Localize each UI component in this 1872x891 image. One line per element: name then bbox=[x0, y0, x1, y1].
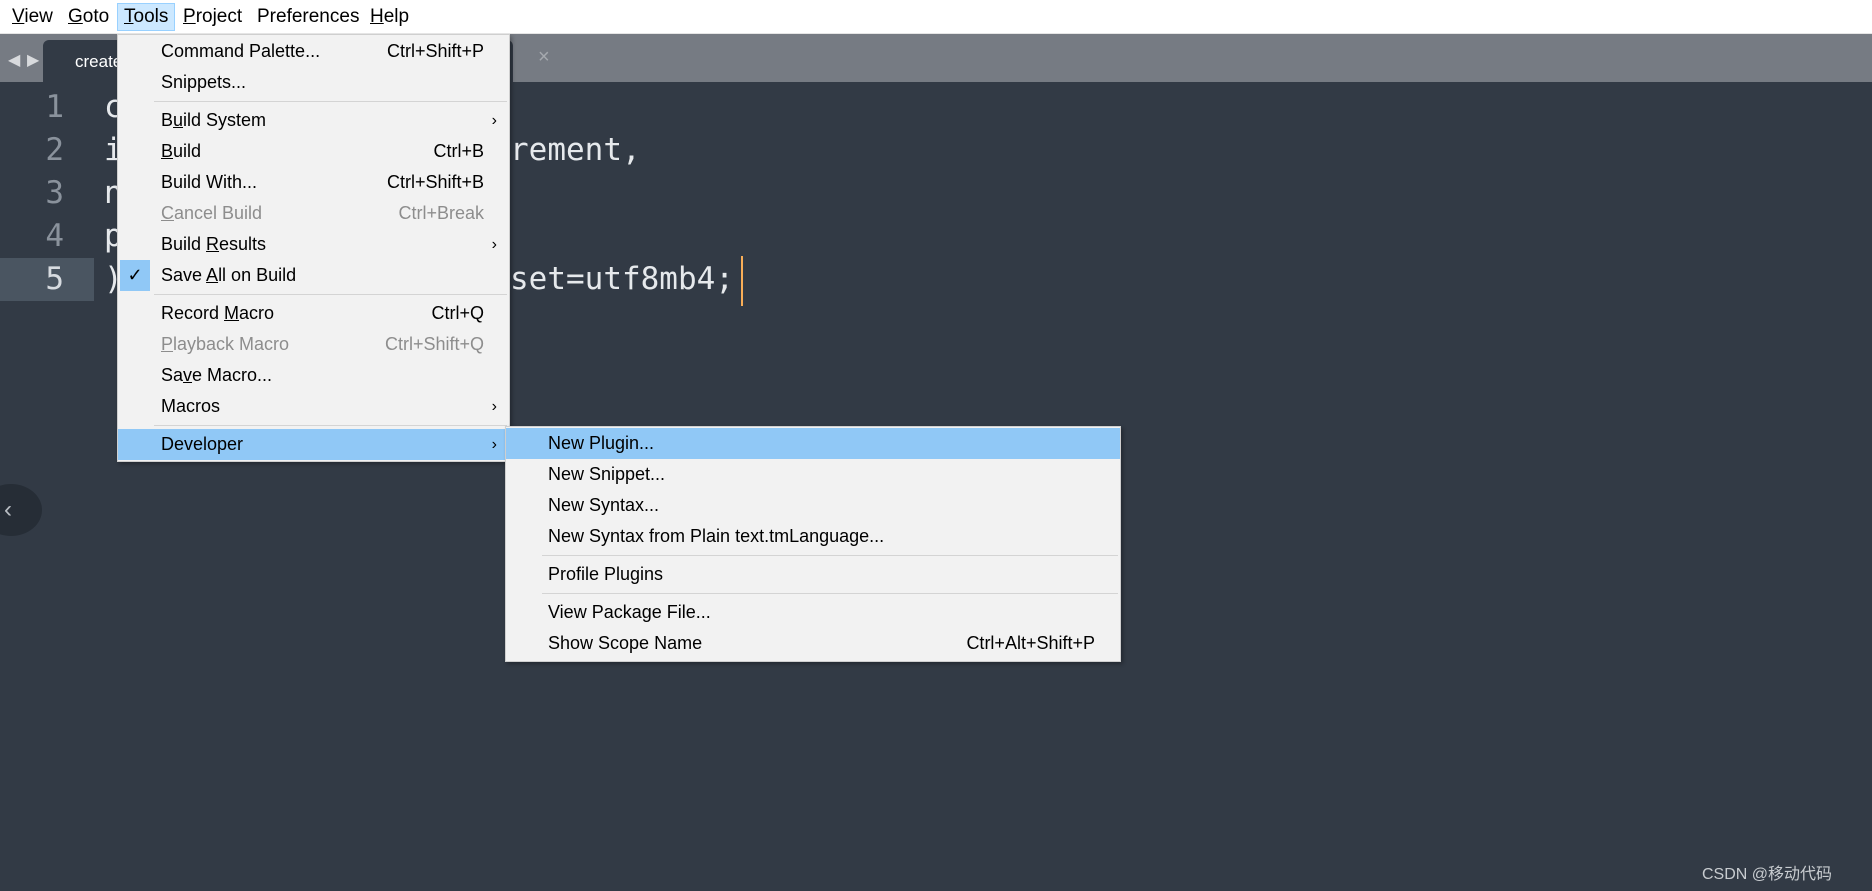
menu-item-label: Profile Plugins bbox=[548, 564, 664, 584]
menu-bar: View Goto Tools Project Preferences Help bbox=[0, 0, 1872, 34]
menu-item-label: Developer bbox=[161, 434, 244, 454]
chevron-right-icon: › bbox=[491, 112, 497, 129]
menu-item-new-snippet[interactable]: New Snippet... bbox=[506, 459, 1120, 490]
code-line-tail: rement, bbox=[510, 132, 641, 168]
menu-item-cancel-build[interactable]: Cancel Build Ctrl+Break bbox=[118, 198, 509, 229]
menu-item-label: New Syntax from Plain text.tmLanguage... bbox=[548, 526, 885, 546]
menu-item-command-palette[interactable]: Command Palette... Ctrl+Shift+P bbox=[118, 36, 509, 67]
menu-item-label: Save All on Build bbox=[161, 265, 297, 285]
menu-item-shortcut: Ctrl+Break bbox=[398, 203, 484, 223]
menu-item-label: Build Results bbox=[161, 234, 267, 254]
tools-menu: Command Palette... Ctrl+Shift+P Snippets..… bbox=[117, 34, 510, 462]
checkmark-icon: ✓ bbox=[120, 260, 150, 291]
menu-item-save-macro[interactable]: Save Macro... bbox=[118, 360, 509, 391]
code-line-tail: set=utf8mb4; bbox=[510, 261, 734, 297]
menu-item-playback-macro[interactable]: Playback Macro Ctrl+Shift+Q bbox=[118, 329, 509, 360]
menu-separator bbox=[506, 552, 1120, 559]
menu-preferences[interactable]: Preferences bbox=[251, 3, 365, 31]
tab-forward-icon[interactable]: ▶ bbox=[27, 50, 39, 70]
menu-item-shortcut: Ctrl+Alt+Shift+P bbox=[966, 633, 1095, 653]
menu-item-view-package-file[interactable]: View Package File... bbox=[506, 597, 1120, 628]
chevron-left-icon[interactable]: ‹ bbox=[0, 484, 42, 536]
watermark: CSDN @移动代码 bbox=[1702, 866, 1833, 883]
menu-item-label: Save Macro... bbox=[161, 365, 273, 385]
line-number: 4 bbox=[45, 218, 64, 254]
menu-item-label: View Package File... bbox=[548, 602, 711, 622]
menu-project[interactable]: Project bbox=[177, 3, 248, 31]
menu-item-label: Command Palette... bbox=[161, 41, 321, 61]
menu-item-build-results[interactable]: Build Results › bbox=[118, 229, 509, 260]
menu-item-label: New Plugin... bbox=[548, 433, 655, 453]
menu-item-save-all-on-build[interactable]: ✓ Save All on Build bbox=[118, 260, 509, 291]
tab-back-icon[interactable]: ◀ bbox=[8, 50, 20, 70]
menu-item-new-syntax-from-plain-text-tmlanguage[interactable]: New Syntax from Plain text.tmLanguage... bbox=[506, 521, 1120, 552]
menu-help[interactable]: Help bbox=[364, 3, 415, 31]
chevron-right-icon: › bbox=[491, 436, 497, 453]
menu-separator bbox=[118, 291, 509, 298]
menu-item-shortcut: Ctrl+Shift+B bbox=[386, 172, 484, 192]
menu-item-label: Build With... bbox=[161, 172, 258, 192]
menu-item-build-with[interactable]: Build With... Ctrl+Shift+B bbox=[118, 167, 509, 198]
menu-item-label: New Snippet... bbox=[548, 464, 666, 484]
menu-goto[interactable]: Goto bbox=[62, 3, 115, 31]
menu-item-label: Snippets... bbox=[161, 72, 247, 92]
menu-item-label: Show Scope Name bbox=[548, 633, 703, 653]
close-tab-icon[interactable]: × bbox=[538, 46, 550, 69]
menu-item-shortcut: Ctrl+Shift+Q bbox=[384, 334, 484, 354]
menu-item-label: Build System bbox=[161, 110, 267, 130]
menu-item-new-plugin[interactable]: New Plugin... bbox=[506, 428, 1120, 459]
menu-item-build-system[interactable]: Build System › bbox=[118, 105, 509, 136]
developer-submenu: New Plugin... New Snippet... New Syntax...… bbox=[505, 426, 1121, 662]
menu-separator bbox=[118, 422, 509, 429]
menu-item-shortcut: Ctrl+B bbox=[433, 141, 484, 161]
menu-tools[interactable]: Tools bbox=[117, 3, 176, 31]
menu-item-shortcut: Ctrl+Shift+P bbox=[386, 41, 484, 61]
menu-separator bbox=[506, 590, 1120, 597]
menu-item-record-macro[interactable]: Record Macro Ctrl+Q bbox=[118, 298, 509, 329]
line-number: 2 bbox=[45, 132, 64, 168]
line-number: 5 bbox=[0, 258, 94, 301]
line-number: 3 bbox=[45, 175, 64, 211]
menu-item-label: Macros bbox=[161, 396, 221, 416]
tab-label: create bbox=[75, 52, 123, 71]
menu-item-developer[interactable]: Developer › bbox=[118, 429, 509, 460]
menu-item-new-syntax[interactable]: New Syntax... bbox=[506, 490, 1120, 521]
text-caret bbox=[741, 256, 743, 306]
menu-item-label: Build bbox=[161, 141, 202, 161]
menu-item-snippets[interactable]: Snippets... bbox=[118, 67, 509, 98]
menu-item-shortcut: Ctrl+Q bbox=[431, 303, 484, 323]
menu-item-macros[interactable]: Macros › bbox=[118, 391, 509, 422]
line-number: 1 bbox=[45, 89, 64, 125]
menu-item-label: Record Macro bbox=[161, 303, 275, 323]
menu-separator bbox=[118, 98, 509, 105]
chevron-right-icon: › bbox=[491, 236, 497, 253]
chevron-right-icon: › bbox=[491, 398, 497, 415]
menu-item-profile-plugins[interactable]: Profile Plugins bbox=[506, 559, 1120, 590]
menu-view[interactable]: View bbox=[6, 3, 59, 31]
menu-item-show-scope-name[interactable]: Show Scope Name Ctrl+Alt+Shift+P bbox=[506, 628, 1120, 659]
menu-item-label: New Syntax... bbox=[548, 495, 660, 515]
menu-item-build[interactable]: Build Ctrl+B bbox=[118, 136, 509, 167]
menu-item-label: Cancel Build bbox=[161, 203, 263, 223]
menu-item-label: Playback Macro bbox=[161, 334, 290, 354]
